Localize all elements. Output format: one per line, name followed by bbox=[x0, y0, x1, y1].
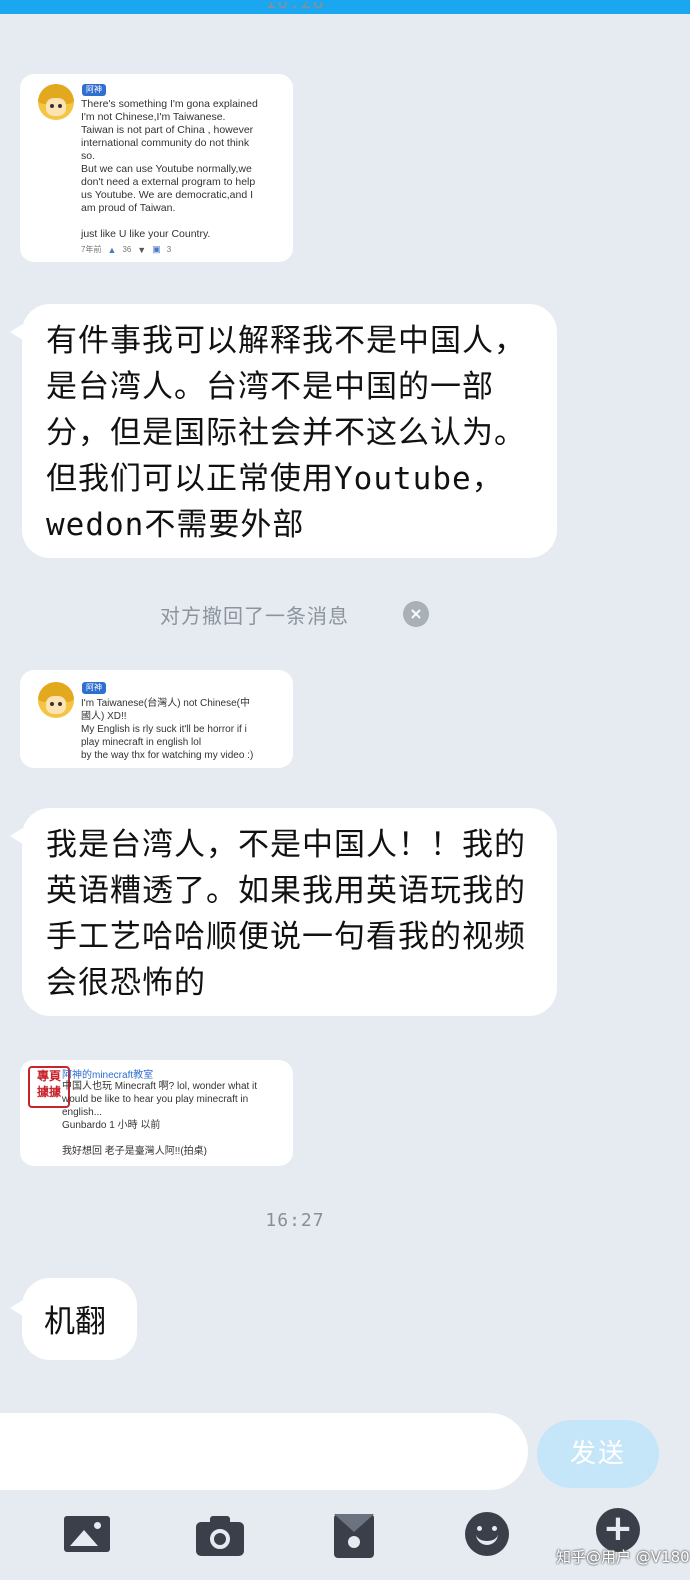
send-button[interactable]: 发送 bbox=[537, 1420, 659, 1488]
user-tag: 阿神 bbox=[82, 682, 106, 694]
message-text: 我是台湾人，不是中国人！！我的英语糟透了。如果我用英语玩我的手工艺哈哈顺便说一句… bbox=[46, 827, 526, 1001]
avatar bbox=[38, 682, 74, 718]
timestamp: 16:26 bbox=[265, 2, 325, 13]
message-bubble[interactable]: 有件事我可以解释我不是中国人，是台湾人。台湾不是中国的一部分，但是国际社会并不这… bbox=[10, 304, 557, 558]
image-message[interactable]: 阿神 I'm Taiwanese(台灣人) not Chinese(中 國人) … bbox=[20, 670, 293, 768]
image-icon[interactable] bbox=[64, 1512, 114, 1558]
timestamp: 16:27 bbox=[265, 1210, 325, 1231]
thumbs-down-icon: ▼ bbox=[137, 244, 147, 255]
watermark: 知乎@用户 @V18073 bbox=[556, 1548, 690, 1566]
comment-text: I'm Taiwanese(台灣人) not Chinese(中 國人) XD!… bbox=[81, 698, 254, 761]
close-icon[interactable]: × bbox=[403, 601, 429, 627]
red-packet-icon[interactable] bbox=[334, 1512, 384, 1558]
message-bubble[interactable]: 我是台湾人，不是中国人！！我的英语糟透了。如果我用英语玩我的手工艺哈哈顺便说一句… bbox=[10, 808, 557, 1016]
comment-text: There's something I'm gona explained I'm… bbox=[81, 98, 258, 240]
message-bubble[interactable]: 机翻 bbox=[10, 1278, 137, 1360]
message-text: 机翻 bbox=[44, 1304, 106, 1340]
comment-meta: 7年前 ▲ 36 ▼ ▣ 3 bbox=[81, 244, 172, 255]
avatar bbox=[38, 84, 74, 120]
image-message[interactable]: 阿神 There's something I'm gona explained … bbox=[20, 74, 293, 262]
recall-notice: 对方撤回了一条消息 bbox=[160, 604, 349, 628]
message-text: 有件事我可以解释我不是中国人，是台湾人。台湾不是中国的一部分，但是国际社会并不这… bbox=[46, 323, 526, 543]
channel-name: 阿神的minecraft教室 bbox=[62, 1070, 154, 1081]
emoji-icon[interactable] bbox=[465, 1512, 515, 1558]
thumbs-up-icon: ▲ bbox=[107, 244, 117, 255]
reply-icon: ▣ bbox=[152, 244, 161, 254]
user-tag: 阿神 bbox=[82, 84, 106, 96]
camera-icon[interactable] bbox=[196, 1512, 246, 1558]
message-input[interactable] bbox=[0, 1413, 528, 1490]
image-message[interactable]: 專頁 據據 阿神的minecraft教室 中国人也玩 Minecraft 啊? … bbox=[20, 1060, 293, 1166]
comment-text: 中国人也玩 Minecraft 啊? lol, wonder what it w… bbox=[62, 1081, 258, 1157]
